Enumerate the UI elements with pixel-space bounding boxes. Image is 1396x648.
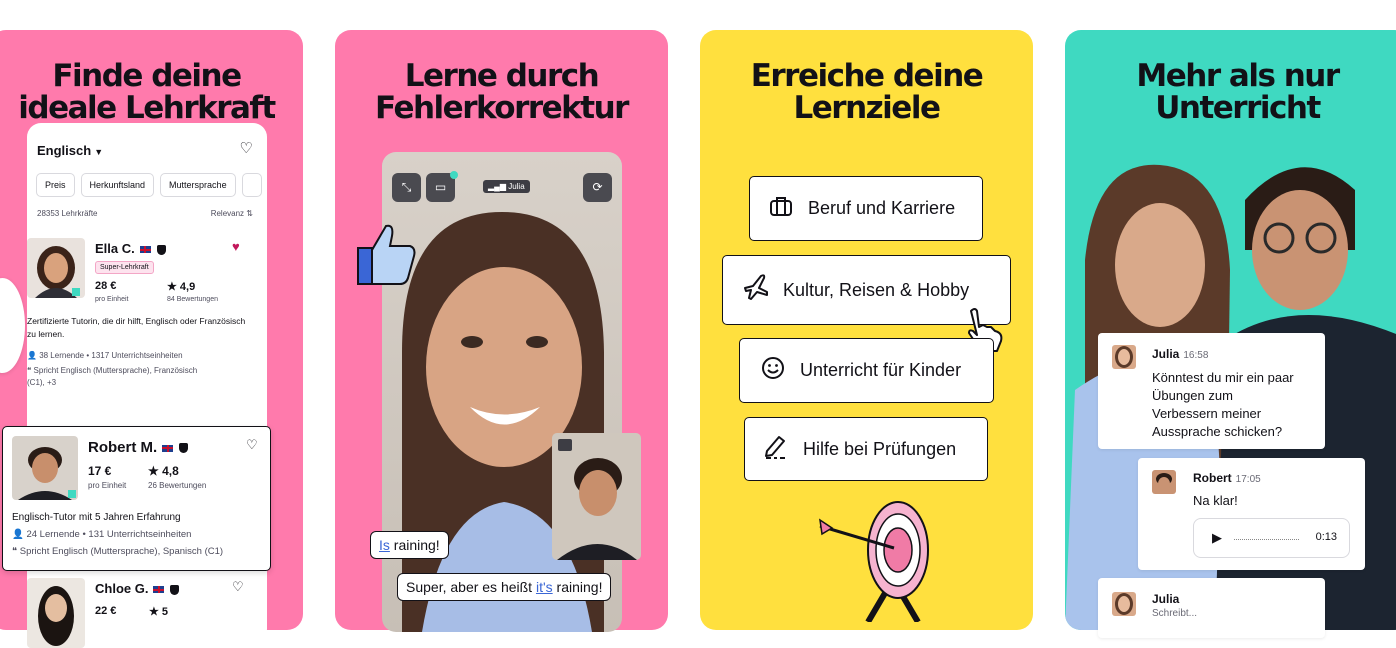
tutor-rating: ★ 4,9 xyxy=(167,281,196,293)
panel-title: Mehr als nur Unterricht xyxy=(1136,58,1340,126)
tutor-price: 22 € xyxy=(95,605,117,617)
minimize-icon[interactable]: ⤡ xyxy=(392,173,421,202)
tutor-price: 28 € xyxy=(95,280,117,292)
chat-message: Julia Schreibt... xyxy=(1098,578,1325,638)
price-unit: pro Einheit xyxy=(88,481,127,490)
avatar xyxy=(1152,470,1176,494)
switch-camera-icon[interactable]: ⟳ xyxy=(583,173,612,202)
goal-option-exams[interactable]: Hilfe bei Prüfungen xyxy=(744,417,988,481)
pencil-icon xyxy=(763,433,789,465)
tutor-name[interactable]: Ella C. xyxy=(95,241,166,256)
participant-video xyxy=(402,212,604,632)
person-icon: 👤 xyxy=(12,529,27,540)
review-count: 26 Bewertungen xyxy=(148,481,207,490)
airplane-icon xyxy=(743,274,769,306)
thumbs-up-icon xyxy=(357,224,416,285)
tutor-photo xyxy=(38,586,74,646)
briefcase-icon xyxy=(768,195,794,223)
audio-waveform xyxy=(1234,539,1299,540)
message-text: Na klar! xyxy=(1193,493,1238,508)
panel-title: Finde deine ideale Lehrkraft xyxy=(18,58,276,126)
person-icon: 👤 xyxy=(27,351,40,360)
goal-label: Hilfe bei Prüfungen xyxy=(803,438,957,459)
self-view-photo xyxy=(557,439,637,560)
tutor-languages: ❝ Spricht Englisch (Muttersprache), Fran… xyxy=(27,366,198,387)
notification-dot xyxy=(450,171,458,179)
verified-badge-icon xyxy=(156,244,166,255)
price-unit: pro Einheit xyxy=(95,296,129,303)
sort-icon: ⇅ xyxy=(246,209,253,218)
target-arrow-icon xyxy=(819,501,929,622)
favorite-heart-icon[interactable]: ♥ xyxy=(232,239,240,254)
smiley-icon xyxy=(760,356,786,386)
voice-message[interactable]: ▶ 0:13 xyxy=(1193,518,1350,558)
result-count: 28353 Lehrkräfte xyxy=(37,209,98,218)
typing-status: Schreibt... xyxy=(1152,608,1198,619)
language-selector[interactable]: Englisch ▼ xyxy=(37,143,103,158)
filter-chip-more[interactable] xyxy=(241,173,263,197)
message-text: Könntest du mir ein paar Übungen zum Verbe… xyxy=(1152,370,1294,439)
goal-label: Unterricht für Kinder xyxy=(800,360,962,380)
filter-chips: Preis Herkunftsland Muttersprache xyxy=(36,173,263,197)
tutor-stats: 👤 38 Lernende • 1317 Unterrichtseinheite… xyxy=(27,351,183,360)
tutor-rating: ★ 4,8 xyxy=(148,464,179,478)
avatar[interactable] xyxy=(27,578,85,648)
correction-message: Super, aber es heißt it's raining! xyxy=(397,573,612,601)
tutor-stats: 👤 24 Lernende • 131 Unterrichtseinheiten xyxy=(12,529,192,540)
favorite-heart-icon[interactable]: ♡ xyxy=(232,579,244,595)
participant-label: ▂▄▆ Julia xyxy=(483,180,530,193)
uk-flag-icon xyxy=(138,245,152,255)
chat-message: Robert 17:05 Na klar! ▶ 0:13 xyxy=(1138,458,1365,570)
filter-chip-country[interactable]: Herkunftsland xyxy=(80,173,155,197)
super-tutor-badge: Super-Lehrkraft xyxy=(95,261,154,274)
chevron-down-icon: ▼ xyxy=(94,147,104,157)
panel-title: Lerne durch Fehlerkorrektur xyxy=(375,58,629,126)
avatar[interactable] xyxy=(27,238,85,298)
favorites-icon[interactable]: ♡ xyxy=(240,139,253,157)
goal-option-kids[interactable]: Unterricht für Kinder xyxy=(739,338,994,403)
verified-badge-icon xyxy=(170,584,180,595)
tutor-description: Zertifizierte Tutorin, die dir hilft, En… xyxy=(27,316,246,339)
filter-chip-price[interactable]: Preis xyxy=(36,173,75,197)
tutor-card-highlighted[interactable]: Robert M. ♡ 17 € pro Einheit ★ 4,8 26 Be… xyxy=(2,426,271,571)
sender-name: Julia 16:58 xyxy=(1152,347,1209,361)
sender-name: Robert 17:05 xyxy=(1193,471,1261,485)
tutor-photo xyxy=(18,447,76,500)
avatar xyxy=(1112,345,1136,369)
sender-name: Julia xyxy=(1152,592,1180,606)
tutor-name[interactable]: Chloe G. xyxy=(95,581,180,596)
avatar xyxy=(1112,592,1136,616)
panel-title: Erreiche deine Lernziele xyxy=(750,58,984,126)
uk-flag-icon xyxy=(152,585,166,595)
favorite-heart-icon[interactable]: ♡ xyxy=(246,437,258,453)
chat-message: Julia 16:58 Könntest du mir ein paar Übung… xyxy=(1098,333,1325,449)
tutor-price: 17 € xyxy=(88,464,112,478)
tutor-name[interactable]: Robert M. xyxy=(88,439,189,456)
goal-label: Beruf und Karriere xyxy=(808,198,956,218)
verified-badge-icon xyxy=(179,443,189,454)
tutor-languages: ❝ Spricht Englisch (Muttersprache), Span… xyxy=(12,546,224,557)
sort-button[interactable]: Relevanz ⇅ xyxy=(211,209,253,218)
filter-chip-native[interactable]: Muttersprache xyxy=(160,173,236,197)
speech-icon: ❝ xyxy=(12,546,20,557)
avatar[interactable] xyxy=(12,436,78,500)
audio-duration: 0:13 xyxy=(1315,531,1337,543)
play-icon[interactable]: ▶ xyxy=(1212,530,1222,546)
tutor-photo xyxy=(35,246,80,298)
review-count: 84 Bewertungen xyxy=(167,296,218,303)
goal-label: Kultur, Reisen & Hobby xyxy=(783,279,970,300)
self-view-video[interactable] xyxy=(552,433,641,560)
tutor-rating: ★ 5 xyxy=(149,606,169,618)
uk-flag-icon xyxy=(161,443,175,453)
signal-icon: ▂▄▆ xyxy=(488,182,509,191)
video-call-screen xyxy=(382,152,622,632)
goal-option-career[interactable]: Beruf und Karriere xyxy=(749,176,983,241)
tutor-description: Englisch-Tutor mit 5 Jahren Erfahrung xyxy=(12,512,181,523)
incorrect-message: Is raining! xyxy=(370,531,449,559)
